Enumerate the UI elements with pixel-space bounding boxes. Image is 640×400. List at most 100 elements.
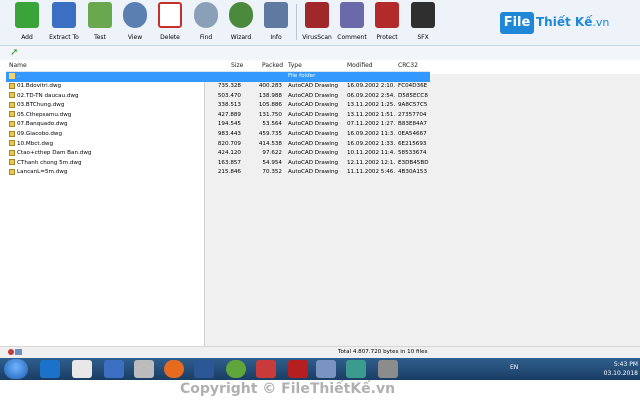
- file-size: 215.846: [217, 169, 241, 176]
- sfx-icon: [411, 2, 435, 28]
- add-label: Add: [21, 34, 33, 41]
- wizard-button[interactable]: Wizard: [222, 2, 260, 44]
- file-packed: 53.564: [262, 121, 282, 128]
- file-name: 09.Giacobo.dwg: [9, 130, 209, 140]
- list-header: Name Size Packed Type Modified CRC32: [6, 60, 430, 72]
- logo-text-suffix: .vn: [592, 16, 610, 29]
- dwg-file-icon: [9, 149, 15, 156]
- file-name-text: 03.BTChung.dwg: [17, 102, 65, 109]
- start-button[interactable]: [4, 359, 28, 379]
- dwg-file-icon: [9, 140, 15, 147]
- file-modified: 16.09.2002 11:3...: [347, 131, 395, 137]
- drive-icon[interactable]: [15, 349, 22, 355]
- file-name-text: 05.Cthepsamu.dwg: [17, 111, 72, 118]
- delete-button[interactable]: Delete: [151, 2, 189, 44]
- taskbar: EN 5:43 PM 03.10.2018: [0, 358, 640, 380]
- winrar-files-icon[interactable]: [104, 360, 124, 378]
- green-app-icon[interactable]: [226, 360, 246, 378]
- file-type: AutoCAD Drawing: [288, 83, 339, 89]
- col-size[interactable]: Size: [231, 62, 243, 69]
- file-crc: 58533674: [398, 150, 427, 157]
- file-row[interactable]: LancanL=5m.dwg 215.846 70.352 AutoCAD Dr…: [6, 168, 430, 178]
- comment-label: Comment: [337, 34, 367, 41]
- file-modified: 16.09.2002 1:33...: [347, 140, 395, 147]
- file-name-text: 07.Banquado.dwg: [17, 121, 68, 128]
- view-button[interactable]: View: [116, 2, 154, 44]
- info-button[interactable]: Info: [257, 2, 295, 44]
- red-app-icon[interactable]: [256, 360, 276, 378]
- file-size: 820.709: [217, 140, 241, 147]
- unikey-icon[interactable]: [72, 360, 92, 378]
- key-icon[interactable]: [8, 349, 14, 355]
- media-icon[interactable]: [134, 360, 154, 378]
- clock-date[interactable]: 03.10.2018: [602, 370, 638, 377]
- file-packed: 414.538: [258, 140, 282, 147]
- test-icon: [88, 2, 112, 28]
- file-size: 338.513: [217, 102, 241, 109]
- virusscan-button[interactable]: VirusScan: [298, 2, 336, 44]
- file-modified: 13.11.2002 1:51...: [347, 111, 395, 118]
- vn-app-icon[interactable]: [346, 360, 366, 378]
- winrar-taskbar-icon[interactable]: [316, 360, 336, 378]
- up-folder-icon[interactable]: ➚: [10, 47, 18, 58]
- file-row[interactable]: 03.BTChung.dwg 338.513 105.886 AutoCAD D…: [6, 101, 430, 111]
- info-label: Info: [270, 34, 282, 41]
- col-type[interactable]: Type: [288, 62, 302, 69]
- logo-text-main: Thiết Kế: [536, 15, 593, 29]
- file-row[interactable]: 01.Bdovitri.dwg 735.328 400.283 AutoCAD …: [6, 82, 430, 92]
- col-packed[interactable]: Packed: [262, 62, 283, 69]
- wizard-icon: [229, 2, 253, 28]
- test-button[interactable]: Test: [81, 2, 119, 44]
- file-name: 01.Bdovitri.dwg: [9, 82, 209, 92]
- find-label: Find: [199, 34, 213, 41]
- ie-icon[interactable]: [40, 360, 60, 378]
- extract-to-label: Extract To: [49, 34, 79, 41]
- file-row[interactable]: 05.Cthepsamu.dwg 427.889 131.750 AutoCAD…: [6, 111, 430, 121]
- autocad-icon[interactable]: [288, 360, 308, 378]
- col-name[interactable]: Name: [9, 62, 27, 69]
- file-row[interactable]: 07.Banquado.dwg 194.545 53.564 AutoCAD D…: [6, 120, 430, 130]
- file-row[interactable]: .. File folder: [6, 72, 430, 82]
- file-row[interactable]: 09.Giacobo.dwg 983.443 459.735 AutoCAD D…: [6, 130, 430, 140]
- sfx-label: SFX: [417, 34, 429, 41]
- file-row[interactable]: Ctao+cthep Dam Ban.dwg 424.120 97.622 Au…: [6, 149, 430, 159]
- comment-button[interactable]: Comment: [333, 2, 371, 44]
- file-size: 503.470: [217, 92, 241, 99]
- file-modified: 10.11.2002 11:4...: [347, 150, 395, 157]
- extract-icon: [52, 2, 76, 28]
- file-type: AutoCAD Drawing: [288, 131, 339, 137]
- file-modified: 06.09.2002 2:54...: [347, 92, 395, 99]
- sfx-button[interactable]: SFX: [404, 2, 442, 44]
- file-name-text: Ctao+cthep Dam Ban.dwg: [17, 150, 92, 157]
- file-type: AutoCAD Drawing: [288, 121, 339, 128]
- find-button[interactable]: Find: [187, 2, 225, 44]
- extract-to-button[interactable]: Extract To: [45, 2, 83, 44]
- info-icon: [264, 2, 288, 28]
- col-crc[interactable]: CRC32: [398, 62, 418, 69]
- file-row[interactable]: 02.TD-TN daucau.dwg 503.470 138.988 Auto…: [6, 92, 430, 102]
- word-icon[interactable]: [194, 360, 214, 378]
- file-row[interactable]: CThanh chong 5m.dwg 163.857 54.954 AutoC…: [6, 159, 430, 169]
- file-name: CThanh chong 5m.dwg: [9, 159, 209, 169]
- file-crc: FC04D36E: [398, 83, 428, 89]
- status-text: Total 4.807.720 bytes in 10 files: [338, 349, 428, 355]
- add-button[interactable]: Add: [8, 2, 46, 44]
- toolbar: Add Extract To Test View Delete Find Wiz…: [0, 0, 640, 46]
- protect-button[interactable]: Protect: [368, 2, 406, 44]
- dwg-file-icon: [9, 159, 15, 166]
- file-modified: 13.11.2002 1:25...: [347, 102, 395, 109]
- language-indicator[interactable]: EN: [510, 364, 518, 371]
- find-icon: [194, 2, 218, 28]
- firefox-icon[interactable]: [164, 360, 184, 378]
- col-modified[interactable]: Modified: [347, 62, 373, 69]
- file-modified: 12.11.2002 12:1...: [347, 159, 395, 166]
- file-name-text: 01.Bdovitri.dwg: [17, 83, 62, 89]
- tool-icon[interactable]: [378, 360, 398, 378]
- wizard-label: Wizard: [230, 34, 252, 41]
- file-row[interactable]: 10.Mbct.dwg 820.709 414.538 AutoCAD Draw…: [6, 140, 430, 150]
- file-packed: 131.750: [258, 111, 282, 118]
- file-crc: 9A8C57C5: [398, 102, 428, 109]
- watermark: Copyright © FileThiếtKế.vn: [180, 381, 396, 397]
- add-icon: [15, 2, 39, 28]
- clock-time[interactable]: 5:43 PM: [602, 361, 638, 368]
